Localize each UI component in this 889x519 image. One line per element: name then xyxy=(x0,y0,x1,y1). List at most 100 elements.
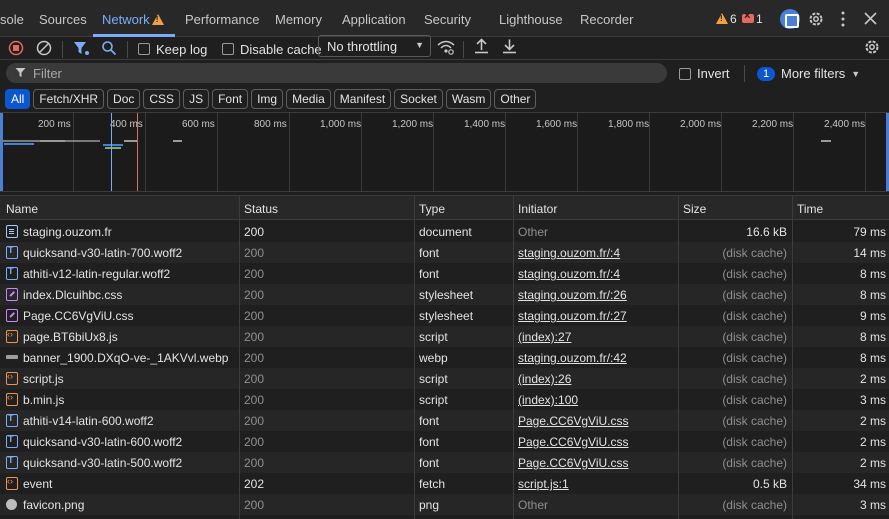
import-har-icon[interactable] xyxy=(474,38,489,54)
table-row[interactable]: staging.ouzom.fr 200 document Other 16.6 kB 7… xyxy=(0,221,889,242)
initiator-cell[interactable]: Page.CC6VgViU.css xyxy=(518,435,673,449)
filter-input[interactable] xyxy=(6,63,667,83)
table-row[interactable]: Page.CC6VgViU.css 200 stylesheet staging.ou… xyxy=(0,305,889,326)
type-filter-doc[interactable]: Doc xyxy=(107,89,141,109)
tab-console[interactable]: sole xyxy=(0,12,24,27)
export-har-icon[interactable] xyxy=(502,38,517,54)
table-row[interactable]: quicksand-v30-latin-700.woff2 200 font stag… xyxy=(0,242,889,263)
initiator-cell[interactable]: (index):100 xyxy=(518,393,673,407)
tab-security[interactable]: Security xyxy=(424,12,471,27)
type-filter-wasm[interactable]: Wasm xyxy=(445,89,492,109)
type-filter-all[interactable]: All xyxy=(5,89,31,109)
network-conditions-icon[interactable] xyxy=(437,39,455,55)
column-divider[interactable] xyxy=(239,195,240,519)
initiator-cell[interactable]: (index):27 xyxy=(518,330,673,344)
tab-memory[interactable]: Memory xyxy=(275,12,322,27)
type-cell: stylesheet xyxy=(419,288,474,302)
initiator-cell[interactable]: staging.ouzom.fr/:4 xyxy=(518,267,673,281)
timeline-overview[interactable]: 200 ms 400 ms 600 ms 800 ms 1,000 ms 1,2… xyxy=(0,112,889,192)
initiator-cell[interactable]: staging.ouzom.fr/:26 xyxy=(518,288,673,302)
column-header-status[interactable]: Status xyxy=(244,202,278,216)
status-cell: 202 xyxy=(244,477,265,491)
name-cell: quicksand-v30-latin-700.woff2 xyxy=(23,246,183,260)
more-options-icon[interactable] xyxy=(840,11,846,27)
tab-lighthouse[interactable]: Lighthouse xyxy=(499,12,563,27)
type-filter-js[interactable]: JS xyxy=(183,89,210,109)
column-divider[interactable] xyxy=(792,195,793,519)
type-filter-socket[interactable]: Socket xyxy=(394,89,443,109)
table-row[interactable]: index.Dlcuihbc.css 200 stylesheet staging.o… xyxy=(0,284,889,305)
type-cell: script xyxy=(419,330,448,344)
toolbar-divider xyxy=(127,41,128,58)
search-icon[interactable] xyxy=(101,40,117,56)
tab-application[interactable]: Application xyxy=(342,12,406,27)
type-filter-img[interactable]: Img xyxy=(251,89,284,109)
column-header-name[interactable]: Name xyxy=(6,202,38,216)
initiator-cell: Other xyxy=(518,498,549,512)
initiator-cell[interactable]: Page.CC6VgViU.css xyxy=(518,456,673,470)
overview-tick-label: 600 ms xyxy=(182,119,215,130)
type-filter-css[interactable]: CSS xyxy=(143,89,181,109)
gear-icon[interactable] xyxy=(807,10,825,28)
column-divider[interactable] xyxy=(414,195,415,519)
overview-left-handle[interactable] xyxy=(0,113,3,191)
initiator-cell[interactable]: staging.ouzom.fr/:42 xyxy=(518,351,673,365)
disable-cache-box[interactable] xyxy=(222,43,234,55)
tab-sources[interactable]: Sources xyxy=(39,12,87,27)
column-header-initiator[interactable]: Initiator xyxy=(518,202,557,216)
tab-recorder[interactable]: Recorder xyxy=(580,12,633,27)
size-cell: (disk cache) xyxy=(722,246,787,260)
name-cell: banner_1900.DXqO-ve-_1AKVvl.webp xyxy=(23,351,229,365)
table-row[interactable]: athiti-v14-latin-600.woff2 200 font Page.CC… xyxy=(0,410,889,431)
more-filters-dropdown[interactable]: 1 More filters ▼ xyxy=(757,66,860,81)
keep-log-box[interactable] xyxy=(138,43,150,55)
table-row[interactable]: b.min.js 200 script (index):100 (disk cache)… xyxy=(0,389,889,410)
table-row[interactable]: athiti-v12-latin-regular.woff2 200 font sta… xyxy=(0,263,889,284)
time-cell: 3 ms xyxy=(859,498,886,512)
disable-cache-checkbox[interactable]: Disable cache xyxy=(222,40,322,58)
invert-checkbox[interactable]: Invert xyxy=(679,66,730,81)
table-row[interactable]: script.js 200 script (index):26 (disk cache)… xyxy=(0,368,889,389)
resource-img-icon xyxy=(6,355,18,359)
clear-icon[interactable] xyxy=(36,40,52,56)
name-cell: athiti-v14-latin-600.woff2 xyxy=(23,414,154,428)
table-row[interactable]: quicksand-v30-latin-500.woff2 200 font Page… xyxy=(0,452,889,473)
keep-log-checkbox[interactable]: Keep log xyxy=(138,40,207,58)
table-row[interactable]: quicksand-v30-latin-600.woff2 200 font Page… xyxy=(0,431,889,452)
overview-request-bar xyxy=(821,140,831,142)
initiator-cell[interactable]: script.js:1 xyxy=(518,477,673,491)
column-header-size[interactable]: Size xyxy=(683,202,706,216)
type-filter-font[interactable]: Font xyxy=(212,89,249,109)
column-header-time[interactable]: Time xyxy=(797,202,823,216)
type-filter-manifest[interactable]: Manifest xyxy=(333,89,392,109)
filter-icon[interactable] xyxy=(73,40,90,57)
devtools-toggle-icon[interactable] xyxy=(780,9,800,29)
record-stop-icon[interactable] xyxy=(8,40,24,56)
errors-badge[interactable]: 1 xyxy=(742,10,763,26)
warnings-badge[interactable]: 6 xyxy=(714,12,737,26)
column-divider[interactable] xyxy=(513,195,514,519)
initiator-cell[interactable]: staging.ouzom.fr/:27 xyxy=(518,309,673,323)
table-row[interactable]: banner_1900.DXqO-ve-_1AKVvl.webp 200 webp s… xyxy=(0,347,889,368)
network-settings-icon[interactable] xyxy=(863,38,881,56)
table-row[interactable]: favicon.png 200 png Other (disk cache) 3 ms xyxy=(0,494,889,515)
table-row[interactable]: page.BT6biUx8.js 200 script (index):27 (disk… xyxy=(0,326,889,347)
tab-performance[interactable]: Performance xyxy=(185,12,259,27)
column-header-type[interactable]: Type xyxy=(419,202,445,216)
type-filter-media[interactable]: Media xyxy=(286,89,331,109)
type-filter-fetch-xhr[interactable]: Fetch/XHR xyxy=(33,89,105,109)
size-cell: (disk cache) xyxy=(722,267,787,281)
invert-box[interactable] xyxy=(679,67,691,80)
throttling-select[interactable]: No throttling ▼ xyxy=(318,35,431,57)
close-icon[interactable] xyxy=(864,12,877,25)
type-filter-other[interactable]: Other xyxy=(494,89,537,109)
initiator-cell[interactable]: Page.CC6VgViU.css xyxy=(518,414,673,428)
invert-label: Invert xyxy=(697,66,730,81)
time-cell: 8 ms xyxy=(859,267,886,281)
status-cell: 200 xyxy=(244,225,265,239)
initiator-cell[interactable]: staging.ouzom.fr/:4 xyxy=(518,246,673,260)
tab-network[interactable]: Network xyxy=(102,12,164,27)
table-row[interactable]: event 202 fetch script.js:1 0.5 kB 34 ms xyxy=(0,473,889,494)
column-divider[interactable] xyxy=(678,195,679,519)
initiator-cell[interactable]: (index):26 xyxy=(518,372,673,386)
